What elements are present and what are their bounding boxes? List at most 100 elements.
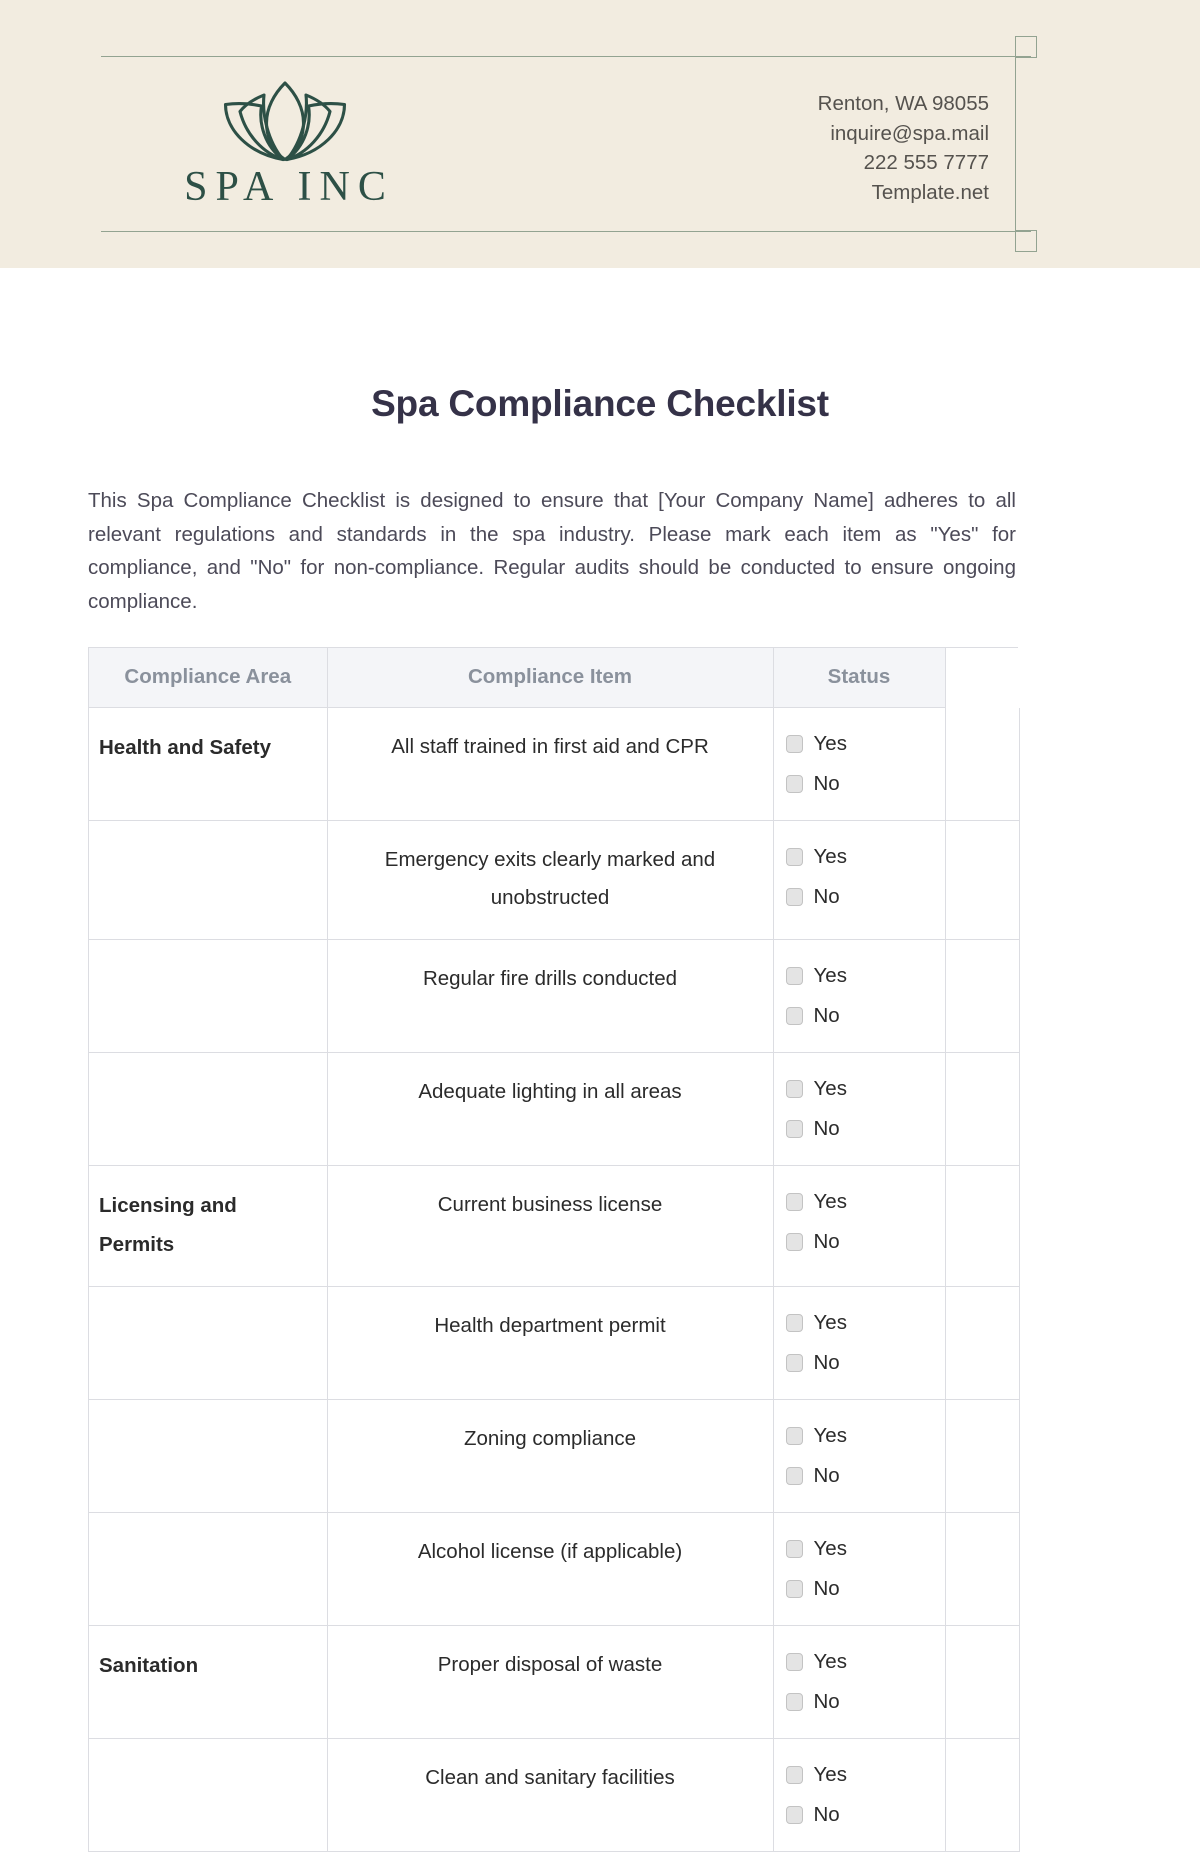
status-option-label: No: [813, 884, 840, 908]
cell-spacer: [945, 820, 1020, 940]
lotus-flower-icon: [125, 78, 445, 170]
column-header-status: Status: [773, 648, 946, 708]
checkbox-yes-icon[interactable]: [785, 1427, 803, 1445]
contact-phone: 222 555 7777: [863, 151, 989, 174]
checkbox-no-icon[interactable]: [785, 1806, 803, 1824]
checkbox-no-icon[interactable]: [785, 888, 803, 906]
status-option-label: Yes: [813, 731, 847, 755]
checkbox-no-icon[interactable]: [785, 1580, 803, 1598]
checkbox-yes-icon[interactable]: [785, 735, 803, 753]
letterhead-top-rule: [101, 56, 1031, 57]
cell-compliance-area: Sanitation: [89, 1625, 328, 1739]
column-header-compliance-area: Compliance Area: [89, 648, 328, 708]
cell-compliance-area: Health and Safety: [89, 707, 328, 821]
column-header-empty: [945, 648, 1020, 708]
checkbox-no-icon[interactable]: [785, 1233, 803, 1251]
status-option-label: Yes: [813, 1762, 847, 1786]
status-option-yes[interactable]: Yes: [785, 1069, 945, 1109]
status-option-yes[interactable]: Yes: [785, 1529, 945, 1569]
status-option-label: Yes: [813, 1649, 847, 1673]
cell-compliance-area: [89, 1399, 328, 1513]
status-option-label: No: [813, 1116, 840, 1140]
contact-address: Renton, WA 98055: [817, 92, 989, 115]
table-row: Alcohol license (if applicable) Yes No: [89, 1512, 1020, 1626]
cell-compliance-area: [89, 1286, 328, 1400]
cell-compliance-area: [89, 1052, 328, 1166]
status-option-yes[interactable]: Yes: [785, 1642, 945, 1682]
checkbox-no-icon[interactable]: [785, 1693, 803, 1711]
status-option-no[interactable]: No: [785, 877, 945, 917]
checkbox-yes-icon[interactable]: [785, 1314, 803, 1332]
status-option-yes[interactable]: Yes: [785, 1182, 945, 1222]
checkbox-yes-icon[interactable]: [785, 848, 803, 866]
cell-status: Yes No: [773, 1052, 946, 1166]
status-option-yes[interactable]: Yes: [785, 837, 945, 877]
table-header-row: Compliance Area Compliance Item Status: [89, 648, 1020, 708]
cell-spacer: [945, 1625, 1020, 1739]
cell-compliance-item: Alcohol license (if applicable): [327, 1512, 774, 1626]
contact-block: Renton, WA 98055 inquire@spa.mail 222 55…: [818, 89, 989, 207]
cell-compliance-item: Regular fire drills conducted: [327, 939, 774, 1053]
cell-compliance-area: Licensing and Permits: [89, 1165, 328, 1287]
status-option-no[interactable]: No: [785, 764, 945, 804]
table-row: Health and Safety All staff trained in fi…: [89, 707, 1020, 821]
status-option-yes[interactable]: Yes: [785, 956, 945, 996]
letterhead-vertical-rule: [1015, 56, 1016, 232]
status-option-label: Yes: [813, 1423, 847, 1447]
cell-spacer: [945, 1738, 1020, 1852]
cell-status: Yes No: [773, 1512, 946, 1626]
cell-compliance-item: Adequate lighting in all areas: [327, 1052, 774, 1166]
cell-compliance-area: [89, 1512, 328, 1626]
checkbox-no-icon[interactable]: [785, 1007, 803, 1025]
cell-compliance-area: [89, 820, 328, 940]
status-option-label: Yes: [813, 844, 847, 868]
status-option-label: No: [813, 1350, 840, 1374]
table-row: Health department permit Yes No: [89, 1286, 1020, 1400]
status-option-label: Yes: [813, 1536, 847, 1560]
cell-spacer: [945, 939, 1020, 1053]
checkbox-yes-icon[interactable]: [785, 1766, 803, 1784]
checkbox-no-icon[interactable]: [785, 1467, 803, 1485]
table-row: Regular fire drills conducted Yes No: [89, 939, 1020, 1053]
checkbox-no-icon[interactable]: [785, 775, 803, 793]
cell-status: Yes No: [773, 1738, 946, 1852]
cell-status: Yes No: [773, 1165, 946, 1287]
status-option-yes[interactable]: Yes: [785, 724, 945, 764]
status-option-no[interactable]: No: [785, 1795, 945, 1835]
status-option-no[interactable]: No: [785, 1109, 945, 1149]
status-option-yes[interactable]: Yes: [785, 1755, 945, 1795]
checkbox-yes-icon[interactable]: [785, 1540, 803, 1558]
checkbox-yes-icon[interactable]: [785, 1193, 803, 1211]
cell-status: Yes No: [773, 1399, 946, 1513]
cell-compliance-item: Clean and sanitary facilities: [327, 1738, 774, 1852]
checkbox-no-icon[interactable]: [785, 1120, 803, 1138]
table-row: Clean and sanitary facilities Yes No: [89, 1738, 1020, 1852]
checkbox-yes-icon[interactable]: [785, 1080, 803, 1098]
status-option-label: No: [813, 1689, 840, 1713]
status-option-no[interactable]: No: [785, 1569, 945, 1609]
checkbox-yes-icon[interactable]: [785, 1653, 803, 1671]
company-wordmark: SPA INC: [184, 164, 394, 210]
status-option-label: No: [813, 771, 840, 795]
corner-square-top-icon: [1015, 36, 1037, 58]
checkbox-no-icon[interactable]: [785, 1354, 803, 1372]
checklist-table-body: Health and Safety All staff trained in fi…: [89, 707, 1020, 1852]
status-option-yes[interactable]: Yes: [785, 1303, 945, 1343]
table-row: Adequate lighting in all areas Yes No: [89, 1052, 1020, 1166]
cell-compliance-item: Emergency exits clearly marked and unobs…: [327, 820, 774, 940]
checkbox-yes-icon[interactable]: [785, 967, 803, 985]
table-row: Emergency exits clearly marked and unobs…: [89, 820, 1020, 940]
cell-spacer: [945, 707, 1020, 821]
status-option-no[interactable]: No: [785, 1682, 945, 1722]
cell-status: Yes No: [773, 1286, 946, 1400]
cell-compliance-area: [89, 1738, 328, 1852]
status-option-yes[interactable]: Yes: [785, 1416, 945, 1456]
status-option-no[interactable]: No: [785, 1343, 945, 1383]
compliance-checklist-table: Compliance Area Compliance Item Status H…: [89, 648, 1020, 1852]
table-row: Sanitation Proper disposal of waste Yes No: [89, 1625, 1020, 1739]
status-option-no[interactable]: No: [785, 1456, 945, 1496]
status-option-no[interactable]: No: [785, 1222, 945, 1262]
cell-spacer: [945, 1286, 1020, 1400]
status-option-label: No: [813, 1463, 840, 1487]
status-option-no[interactable]: No: [785, 996, 945, 1036]
